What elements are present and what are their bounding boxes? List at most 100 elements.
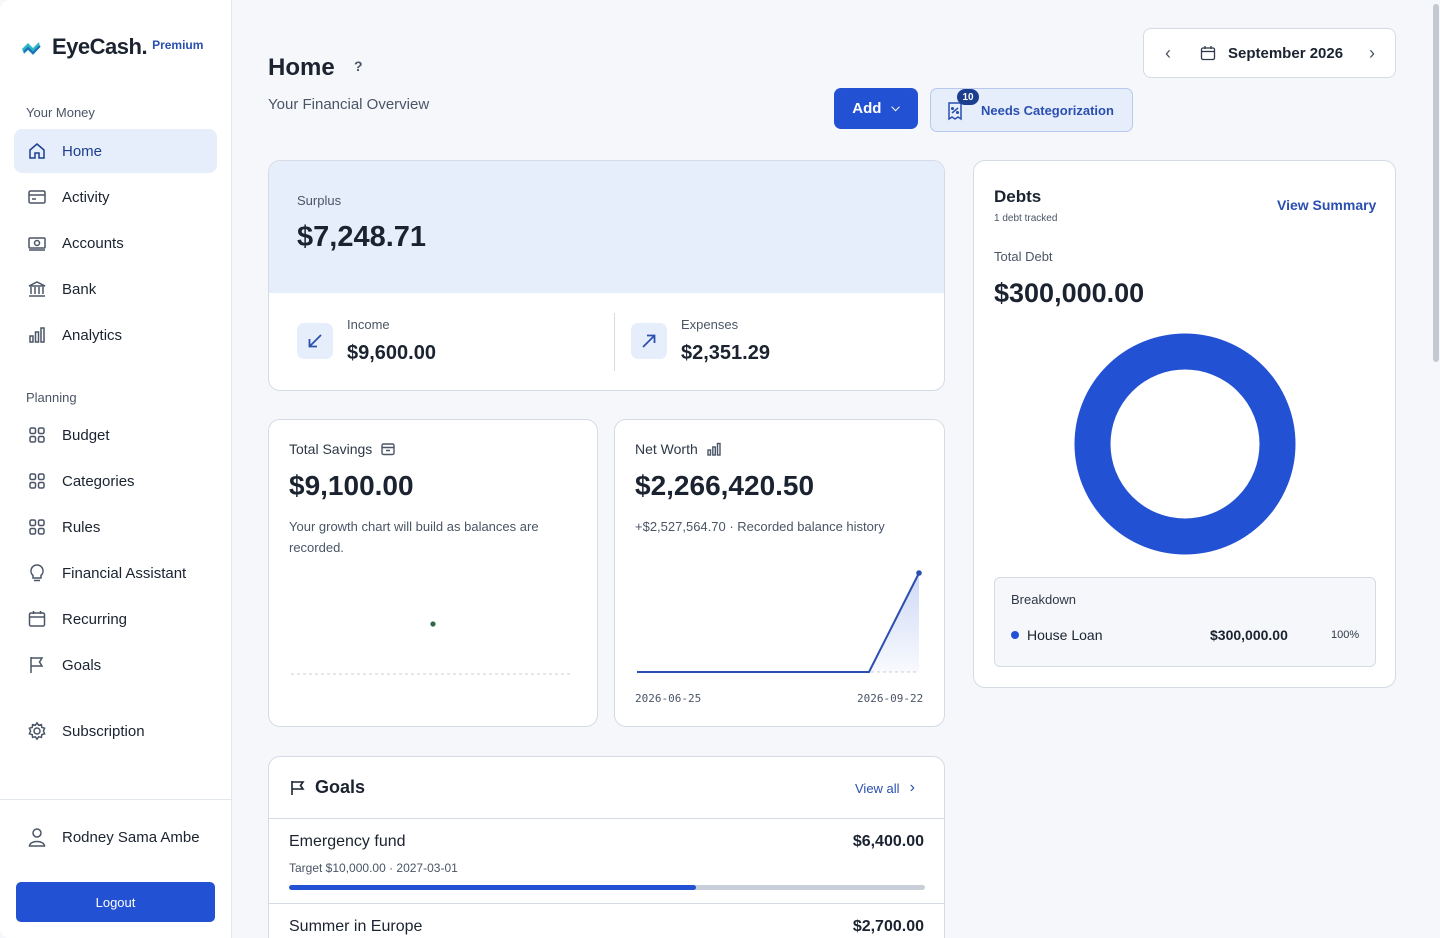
legend-dot bbox=[1011, 631, 1019, 639]
income-label: Income bbox=[347, 317, 390, 332]
donut-slice-house-loan[interactable] bbox=[1074, 333, 1296, 555]
net-worth-line bbox=[637, 572, 920, 673]
surplus-value: $7,248.71 bbox=[297, 221, 427, 253]
sidebar-item-label: Financial Assistant bbox=[62, 564, 187, 582]
scrollbar[interactable] bbox=[1430, 0, 1440, 938]
income-icon bbox=[297, 323, 333, 359]
calendar-icon bbox=[26, 608, 48, 630]
view-all-goals-link[interactable]: View all › bbox=[855, 779, 915, 797]
debts-title: Debts bbox=[994, 187, 1042, 206]
sidebar-item-bank[interactable]: Bank bbox=[14, 267, 217, 311]
sidebar-item-label: Bank bbox=[62, 280, 97, 298]
expenses-value: $2,351.29 bbox=[681, 342, 770, 364]
logo-icon bbox=[22, 42, 41, 55]
bar-chart-icon bbox=[26, 324, 48, 346]
total-savings-desc: Your growth chart will build as balances… bbox=[289, 519, 539, 555]
sidebar-item-label: Subscription bbox=[62, 722, 145, 740]
sidebar-item-label: Home bbox=[62, 142, 103, 160]
net-worth-desc: +$2,527,564.70 · Recorded balance histor… bbox=[635, 519, 885, 534]
sidebar-item-label: Categories bbox=[62, 472, 135, 490]
net-worth-label-text: Net Worth bbox=[635, 441, 698, 457]
sidebar-item-financial-assistant[interactable]: Financial Assistant bbox=[14, 551, 217, 595]
needs-categorization-button[interactable]: 10 Needs Categorization bbox=[930, 88, 1133, 132]
total-debt-label: Total Debt bbox=[994, 249, 1053, 264]
sidebar-item-categories[interactable]: Categories bbox=[14, 459, 217, 503]
sidebar-item-label: Goals bbox=[62, 656, 102, 674]
goal-name[interactable]: Summer in Europe bbox=[289, 918, 422, 936]
net-worth-label: Net Worth bbox=[635, 441, 722, 457]
logo[interactable]: EyeCash. Premium bbox=[20, 34, 203, 60]
sidebar-item-home[interactable]: Home bbox=[14, 129, 217, 173]
add-button[interactable]: Add ⌵ bbox=[834, 88, 918, 129]
total-savings-label: Total Savings bbox=[289, 441, 396, 457]
goal-amount: $2,700.00 bbox=[852, 918, 924, 935]
chevron-left-icon[interactable]: ‹ bbox=[1158, 43, 1178, 63]
surplus-label: Surplus bbox=[297, 193, 342, 208]
net-worth-card: Net Worth $2,266,420.50 +$2,527,564.70 ·… bbox=[614, 419, 945, 727]
debt-amount: $300,000.00 bbox=[1210, 627, 1288, 643]
app-window: EyeCash. Premium Your Money Home Activit… bbox=[0, 0, 1440, 938]
wallet-icon bbox=[381, 443, 395, 456]
chevron-right-icon[interactable]: › bbox=[1362, 43, 1382, 63]
sidebar-item-label: Accounts bbox=[62, 234, 124, 252]
help-icon[interactable]: ? bbox=[354, 58, 363, 74]
goal-name[interactable]: Emergency fund bbox=[289, 833, 406, 851]
user-profile[interactable]: Rodney Sama Ambe bbox=[26, 826, 200, 848]
sidebar-item-rules[interactable]: Rules bbox=[14, 505, 217, 549]
goals-title: Goals bbox=[315, 777, 366, 797]
logout-button[interactable]: Logout bbox=[16, 882, 215, 922]
debts-card: Debts 1 debt tracked View Summary Total … bbox=[973, 160, 1396, 688]
debt-breakdown: Breakdown House Loan $300,000.00 100% bbox=[994, 577, 1376, 667]
goal-progress-bar bbox=[289, 885, 925, 890]
surplus-header: Surplus $7,248.71 bbox=[269, 161, 944, 293]
sidebar-divider bbox=[0, 799, 232, 800]
flag-icon bbox=[291, 781, 305, 795]
add-button-label: Add bbox=[852, 100, 882, 117]
sidebar-item-accounts[interactable]: Accounts bbox=[14, 221, 217, 265]
section-planning: Planning bbox=[26, 390, 77, 405]
surplus-card: Surplus $7,248.71 Income $9,600.00 Expen… bbox=[268, 160, 945, 391]
section-your-money: Your Money bbox=[26, 105, 95, 120]
total-debt-value: $300,000.00 bbox=[994, 278, 1145, 308]
sidebar-item-recurring[interactable]: Recurring bbox=[14, 597, 217, 641]
view-all-label: View all bbox=[855, 780, 900, 796]
sidebar-item-label: Budget bbox=[62, 426, 110, 444]
sidebar-item-label: Recurring bbox=[62, 610, 128, 628]
net-worth-chart bbox=[637, 570, 922, 673]
month-label[interactable]: September 2026 bbox=[1228, 45, 1343, 62]
cash-icon bbox=[26, 232, 48, 254]
chevron-down-icon: ⌵ bbox=[891, 102, 900, 114]
debt-name: House Loan bbox=[1027, 627, 1103, 643]
grid-icon bbox=[26, 470, 48, 492]
sidebar-item-goals[interactable]: Goals bbox=[14, 643, 217, 687]
savings-point bbox=[430, 621, 436, 627]
user-name: Rodney Sama Ambe bbox=[62, 828, 200, 846]
grid-icon bbox=[26, 516, 48, 538]
net-worth-value: $2,266,420.50 bbox=[635, 470, 815, 501]
sidebar-item-label: Analytics bbox=[62, 326, 123, 344]
flag-icon bbox=[26, 654, 48, 676]
goal-meta: Target $10,000.00 · 2027-03-01 bbox=[289, 861, 458, 875]
sidebar: EyeCash. Premium Your Money Home Activit… bbox=[0, 0, 232, 938]
page-subtitle: Your Financial Overview bbox=[268, 96, 430, 113]
goal-amount: $6,400.00 bbox=[852, 833, 924, 850]
debts-subtitle: 1 debt tracked bbox=[994, 213, 1058, 224]
sidebar-item-budget[interactable]: Budget bbox=[14, 413, 217, 457]
debt-percent: 100% bbox=[1331, 629, 1360, 641]
expenses-icon bbox=[631, 323, 667, 359]
sidebar-item-analytics[interactable]: Analytics bbox=[14, 313, 217, 357]
bar-chart-icon bbox=[707, 442, 721, 456]
month-selector: ‹ September 2026 › bbox=[1143, 28, 1396, 78]
total-savings-value: $9,100.00 bbox=[289, 470, 414, 501]
goal-progress-fill bbox=[289, 885, 697, 890]
net-worth-point bbox=[916, 570, 922, 576]
calendar-icon bbox=[1200, 46, 1216, 61]
scrollbar-thumb[interactable] bbox=[1433, 4, 1439, 362]
view-summary-link[interactable]: View Summary bbox=[1277, 197, 1376, 213]
goals-divider bbox=[269, 818, 944, 819]
sidebar-item-activity[interactable]: Activity bbox=[14, 175, 217, 219]
grid-icon bbox=[26, 424, 48, 446]
sidebar-item-subscription[interactable]: Subscription bbox=[14, 709, 217, 753]
home-icon bbox=[26, 140, 48, 162]
surplus-divider bbox=[614, 313, 615, 371]
